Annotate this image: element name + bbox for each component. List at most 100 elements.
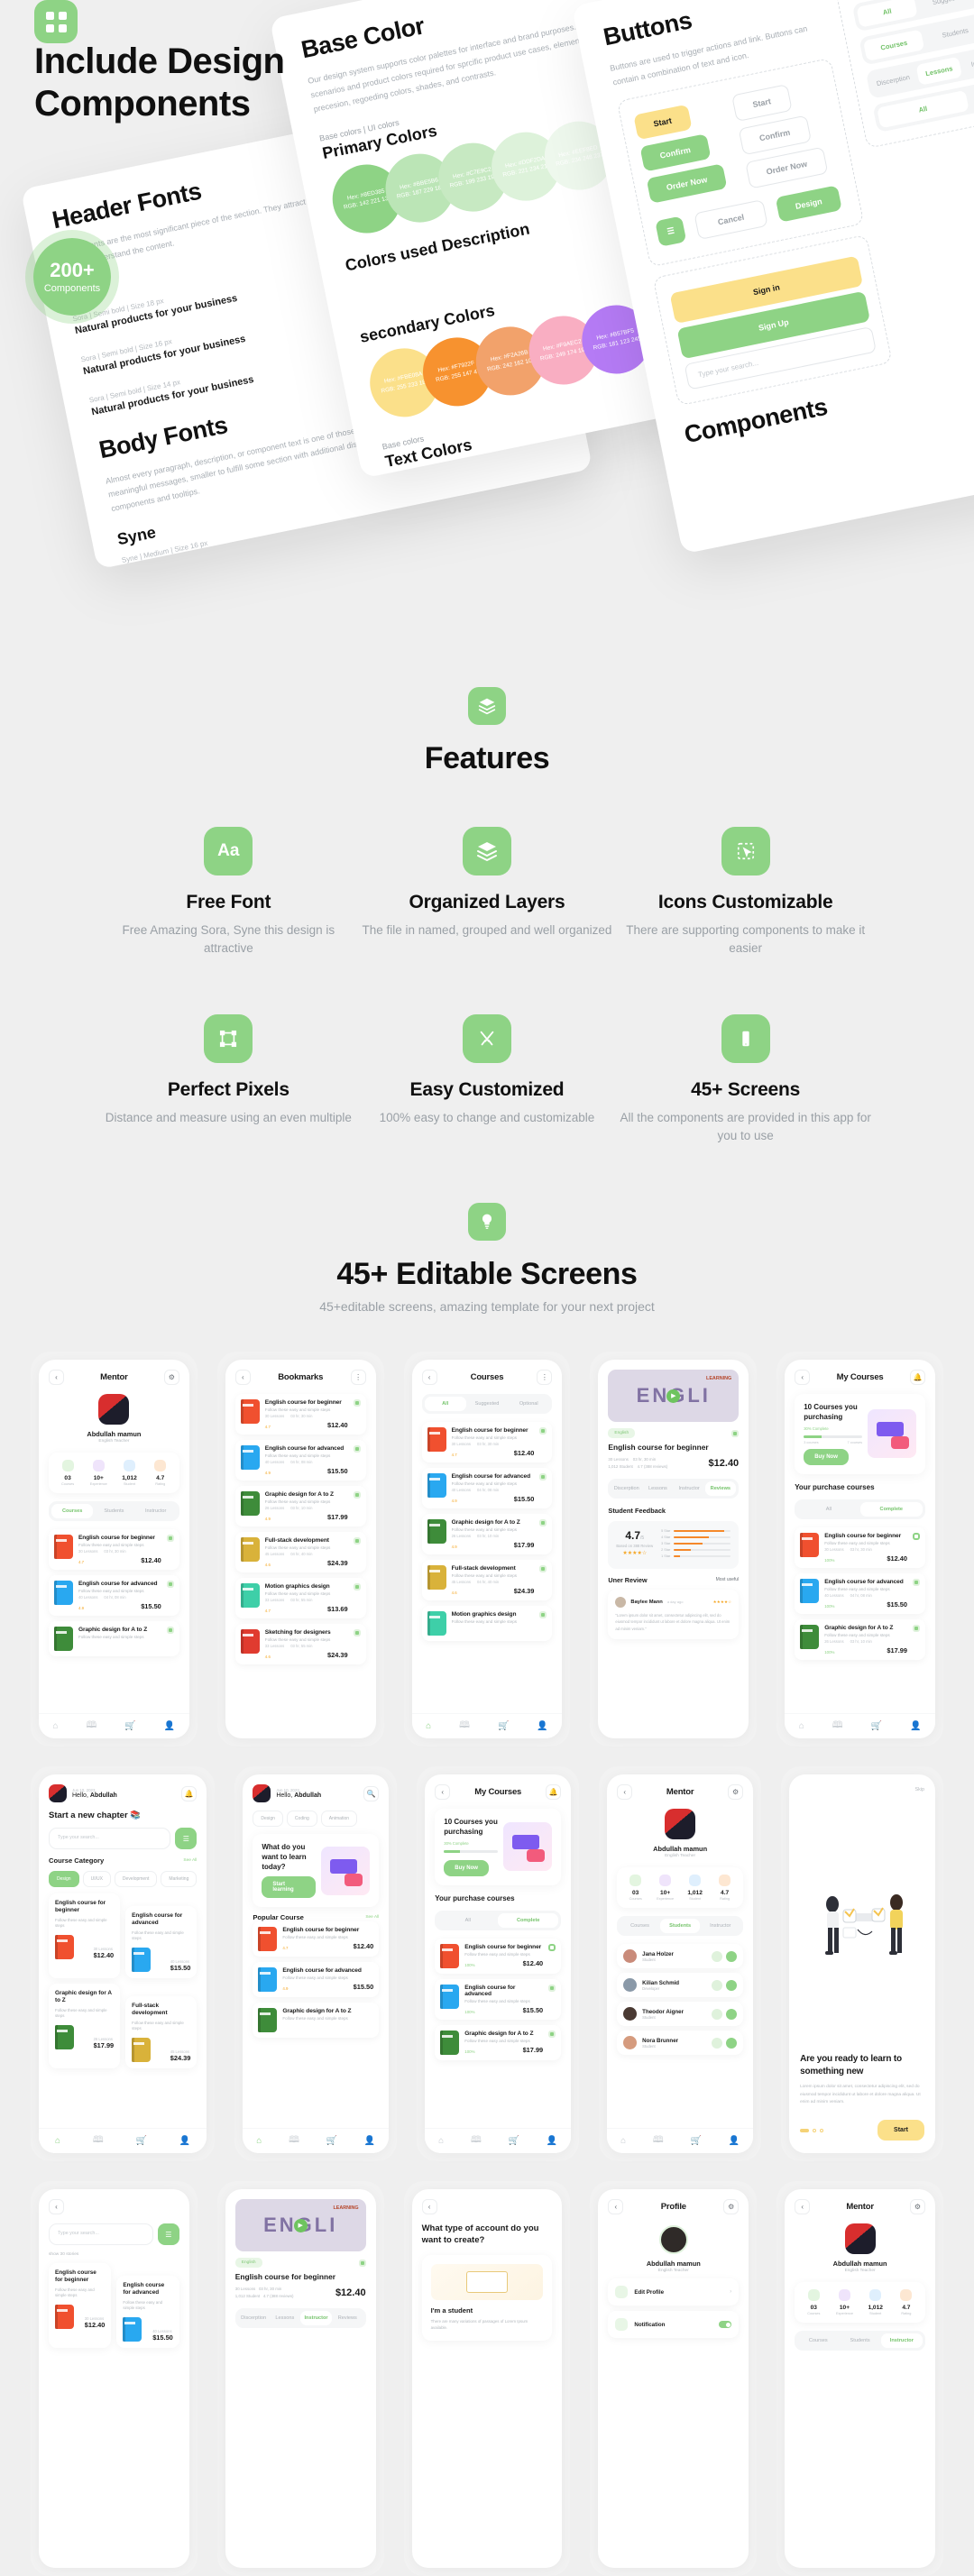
book-icon[interactable]: 🕮 (832, 1719, 843, 1734)
bookmark-icon[interactable] (353, 1583, 361, 1591)
search-bar[interactable]: Type your search... ☰ (49, 2223, 179, 2245)
search-icon[interactable]: 🔍 (363, 1785, 380, 1801)
chevron-left-icon[interactable]: ‹ (421, 2199, 437, 2214)
home-icon[interactable]: ⌂ (438, 2136, 444, 2146)
cart-icon[interactable]: 🛒 (509, 2136, 519, 2146)
gear-icon[interactable]: ⚙ (163, 1370, 179, 1385)
message-icon[interactable] (712, 1950, 723, 1962)
pill-development[interactable]: Development (114, 1871, 158, 1887)
bookmark-icon[interactable] (539, 1519, 547, 1526)
tab-item[interactable]: Courses (862, 29, 925, 61)
tab-item[interactable]: All (877, 89, 969, 129)
pill-uiux[interactable]: UI/UX (82, 1871, 111, 1887)
tab-students[interactable]: Students (839, 2333, 880, 2348)
chevron-left-icon[interactable]: ‹ (795, 1370, 811, 1385)
start-ghost-button[interactable]: Start (730, 83, 793, 122)
user-icon[interactable]: 👤 (537, 1721, 547, 1731)
search-input[interactable]: Type your search... (49, 1828, 171, 1849)
tab-instructor[interactable]: Instructor (700, 1919, 740, 1933)
pill-marketing[interactable]: Marketing (161, 1871, 198, 1887)
tab-instructor[interactable]: Instructor (674, 1481, 705, 1496)
tab-item[interactable]: Lessons (915, 56, 963, 86)
more-vertical-icon[interactable]: ⋮ (350, 1370, 366, 1385)
tab-bar[interactable]: All Complete (795, 1499, 925, 1519)
phone-icon[interactable] (726, 2008, 738, 2020)
tab-optional[interactable]: Optional (508, 1397, 549, 1411)
bookmark-icon[interactable] (358, 2259, 366, 2267)
order-now-button[interactable]: Order Now (646, 162, 728, 204)
bookmark-icon[interactable] (539, 1611, 547, 1618)
confirm-button[interactable]: Confirm (639, 133, 711, 172)
pill-animation[interactable]: Animation (320, 1811, 358, 1827)
see-all-link[interactable]: See All (183, 1858, 197, 1863)
user-icon[interactable]: 👤 (164, 1721, 175, 1731)
home-icon[interactable]: ⌂ (426, 1721, 431, 1731)
phone-icon[interactable] (726, 2037, 738, 2049)
list-item[interactable]: English course for advanced Follow these … (435, 1978, 562, 2020)
phone-icon[interactable] (726, 1950, 738, 1962)
home-icon[interactable]: ⌂ (620, 2136, 626, 2146)
buy-now-button[interactable]: Buy Now (444, 1859, 489, 1876)
tab-item[interactable]: Students (924, 17, 974, 50)
cart-icon[interactable]: 🛒 (136, 2136, 147, 2146)
bookmark-icon[interactable] (731, 1429, 740, 1437)
list-item[interactable]: English course for advanced Follow these … (795, 1572, 925, 1614)
category-pills[interactable]: Design UI/UX Development Marketing (49, 1871, 198, 1887)
bookmark-icon[interactable] (539, 1473, 547, 1481)
list-item[interactable]: English course for advanced Follow these… (49, 1575, 179, 1616)
account-option-card[interactable]: I'm a student There are many variations … (421, 2254, 553, 2341)
book-icon[interactable]: 🕮 (87, 1719, 97, 1734)
list-item[interactable]: English course for beginner Follow these … (253, 1921, 380, 1957)
home-icon[interactable]: ⌂ (55, 2136, 60, 2146)
bottom-nav[interactable]: ⌂ 🕮 🛒 👤 (411, 1713, 563, 1738)
book-icon[interactable]: 🕮 (459, 1719, 470, 1734)
bookmark-icon[interactable] (353, 1445, 361, 1453)
home-icon[interactable]: ⌂ (256, 2136, 262, 2146)
menu-row-notification[interactable]: Notification (608, 2311, 740, 2338)
notification-toggle[interactable] (719, 2321, 732, 2328)
bell-icon[interactable]: 🔔 (181, 1785, 198, 1801)
grid-card[interactable]: Full-stack development Follow these easy … (125, 1995, 198, 2068)
order-now-ghost-button[interactable]: Order Now (745, 146, 829, 189)
user-icon[interactable]: 👤 (364, 2136, 375, 2146)
tab-item[interactable]: All (856, 0, 918, 28)
start-button[interactable]: Start (878, 2120, 924, 2141)
bottom-nav[interactable]: ⌂ 🕮 🛒 👤 (39, 1713, 189, 1738)
start-button[interactable]: Start (633, 104, 693, 140)
chevron-left-icon[interactable]: ‹ (421, 1370, 437, 1385)
bookmark-icon[interactable] (166, 1627, 174, 1634)
cart-icon[interactable]: 🛒 (498, 1721, 509, 1731)
pill-design[interactable]: Design (253, 1811, 283, 1827)
grid-card[interactable]: English course for beginner Follow these … (49, 1893, 121, 1978)
menu-row-edit-profile[interactable]: Edit Profile › (608, 2278, 740, 2306)
tab-instructor[interactable]: Instructor (880, 2333, 923, 2348)
user-icon[interactable]: 👤 (547, 2136, 557, 2146)
chevron-left-icon[interactable]: ‹ (617, 1784, 633, 1800)
book-icon[interactable]: 🕮 (471, 2133, 482, 2149)
explore-categories[interactable]: Design Coding Animation (253, 1811, 379, 1827)
list-item[interactable]: Graphic design for A to Z Follow these ea… (234, 1486, 366, 1526)
message-icon[interactable] (712, 2008, 723, 2020)
tab-courses[interactable]: Courses (620, 1919, 660, 1933)
list-item[interactable]: English course for advanced Follow these … (253, 1962, 380, 1998)
chevron-left-icon[interactable]: ‹ (49, 1370, 64, 1385)
book-icon[interactable]: 🕮 (93, 2133, 104, 2149)
list-item[interactable]: English course for beginner Follow these … (421, 1422, 553, 1462)
bookmark-icon[interactable] (539, 1565, 547, 1572)
tab-courses[interactable]: Courses (51, 1504, 94, 1518)
buy-now-button[interactable]: Buy Now (804, 1448, 849, 1465)
bottom-nav[interactable]: ⌂ 🕮 🛒 👤 (39, 2128, 207, 2153)
list-item[interactable]: English course for advanced Follow these … (421, 1468, 553, 1508)
list-item[interactable]: Sketching for designers Follow these easy… (234, 1624, 366, 1664)
chevron-left-icon[interactable]: ‹ (795, 2199, 811, 2214)
tab-complete[interactable]: Complete (859, 1501, 923, 1517)
list-item[interactable]: English course for advanced Follow these … (234, 1440, 366, 1481)
grid-card[interactable]: English course for advanced Follow these … (116, 2276, 179, 2348)
list-item[interactable]: Theodor Aigner Student (617, 2002, 744, 2026)
list-item[interactable]: Full-stack development Follow these easy … (234, 1532, 366, 1572)
list-item[interactable]: Graphic design for A to Z Follow these ea… (795, 1618, 925, 1660)
user-icon[interactable]: 👤 (729, 2136, 740, 2146)
cancel-button[interactable]: Cancel (694, 198, 768, 240)
list-item[interactable]: English course for beginner Follow these … (795, 1526, 925, 1568)
see-all-link[interactable]: See All (365, 1915, 379, 1920)
